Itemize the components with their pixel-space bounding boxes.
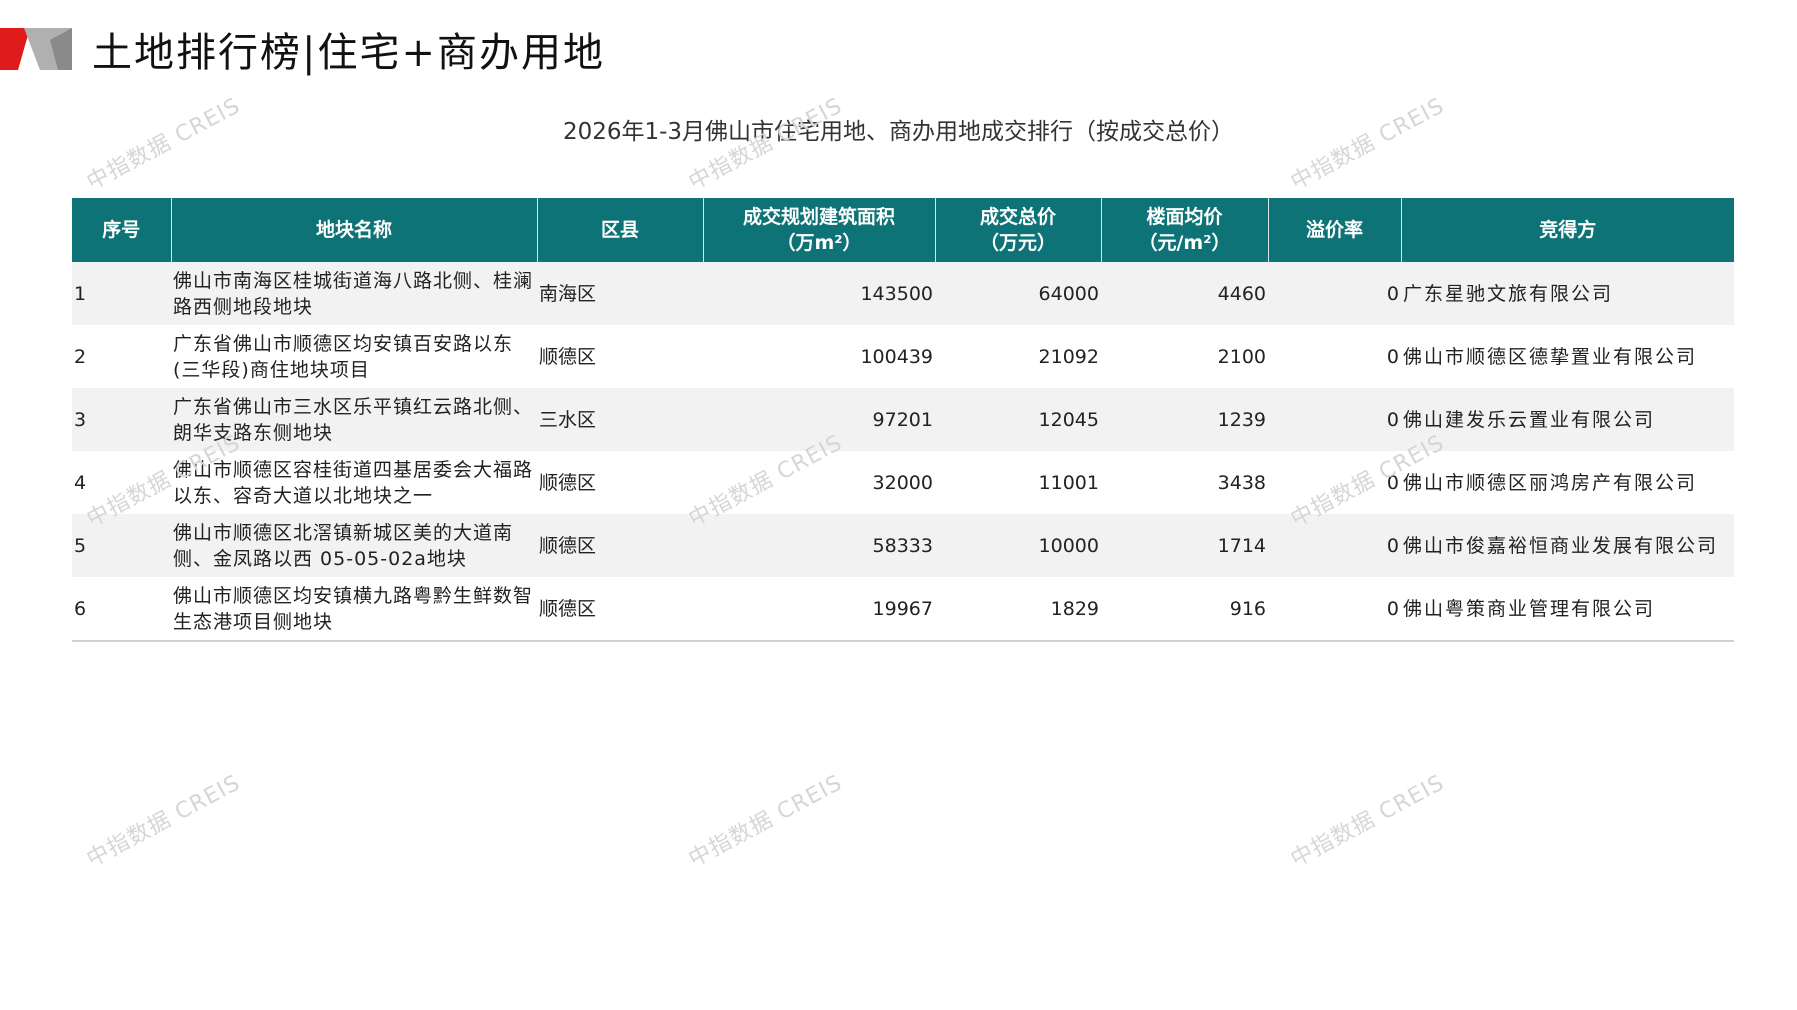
cell-buyer: 广东星驰文旅有限公司 [1401, 262, 1734, 325]
cell-total: 21092 [1038, 345, 1099, 368]
cell-premium: 0 [1268, 577, 1401, 642]
table-row: 1 佛山市南海区桂城街道海八路北侧、桂澜路西侧地段地块 南海区 143500 6… [72, 262, 1734, 325]
cell-name: 佛山市顺德区北滘镇新城区美的大道南侧、金凤路以西 05-05-02a地块 [171, 514, 537, 577]
watermark: 中指数据 CREIS [1286, 770, 1449, 873]
cell-name: 佛山市顺德区均安镇横九路粤黔生鲜数智生态港项目侧地块 [171, 577, 537, 642]
header-unit-unit: （元/m²） [1138, 232, 1231, 254]
cell-area: 19967 [703, 577, 935, 642]
cell-total: 12045 [935, 388, 1101, 451]
cell-premium: 0 [1386, 471, 1399, 494]
table-row: 4 佛山市顺德区容桂街道四基居委会大福路以东、容奇大道以北地块之一 顺德区 32… [72, 451, 1734, 514]
cell-district: 顺德区 [537, 577, 703, 642]
table-row: 3 广东省佛山市三水区乐平镇红云路北侧、朗华支路东侧地块 三水区 97201 1… [72, 388, 1734, 451]
header-area-label: 成交规划建筑面积 [742, 206, 895, 228]
header-total: 成交总价 （万元） [934, 198, 1101, 262]
table-row: 2 广东省佛山市顺德区均安镇百安路以东(三华段)商住地块项目 顺德区 10043… [72, 325, 1734, 388]
cell-unit-price: 1239 [1101, 388, 1268, 451]
land-ranking-table: 序号 地块名称 区县 成交规划建筑面积 （万m²） 成交总价 （万元） 楼面均价 （元… [72, 198, 1734, 642]
header-name: 地块名称 [170, 198, 537, 262]
cell-buyer: 佛山市顺德区德挚置业有限公司 [1403, 345, 1698, 368]
header-area-unit: （万m²） [776, 232, 862, 254]
cell-unit-price: 916 [1101, 577, 1268, 642]
cell-buyer: 佛山建发乐云置业有限公司 [1401, 388, 1734, 451]
cell-unit-price: 3438 [1217, 471, 1266, 494]
page-title: 土地排行榜|住宅+商办用地 [92, 30, 605, 76]
cell-premium: 0 [1268, 514, 1401, 577]
watermark: 中指数据 CREIS [684, 770, 847, 873]
table-subtitle: 2026年1-3月佛山市住宅用地、商办用地成交排行（按成交总价） [562, 119, 1235, 145]
header-buyer: 竞得方 [1400, 198, 1734, 262]
cell-total: 11001 [1038, 471, 1099, 494]
header-total-label: 成交总价 [979, 206, 1056, 228]
cell-unit-price: 1714 [1101, 514, 1268, 577]
cell-buyer: 佛山粤策商业管理有限公司 [1401, 577, 1734, 642]
cell-district: 顺德区 [537, 514, 703, 577]
cell-district: 三水区 [537, 388, 703, 451]
header-rank: 序号 [72, 198, 171, 262]
cell-rank: 6 [72, 577, 171, 642]
cell-name: 佛山市南海区桂城街道海八路北侧、桂澜路西侧地段地块 [171, 262, 537, 325]
table-row: 6 佛山市顺德区均安镇横九路粤黔生鲜数智生态港项目侧地块 顺德区 19967 1… [72, 577, 1734, 642]
cell-total: 10000 [935, 514, 1101, 577]
cell-unit-price: 2100 [1217, 345, 1266, 368]
cell-unit-price: 4460 [1101, 262, 1268, 325]
table-header-row: 序号 地块名称 区县 成交规划建筑面积 （万m²） 成交总价 （万元） 楼面均价 （元… [72, 198, 1734, 262]
cell-area: 97201 [703, 388, 935, 451]
cell-total: 1829 [935, 577, 1101, 642]
header-unit-label: 楼面均价 [1146, 206, 1223, 228]
watermark: 中指数据 CREIS [82, 770, 245, 873]
header-area: 成交规划建筑面积 （万m²） [702, 198, 935, 262]
header-premium: 溢价率 [1267, 198, 1401, 262]
table-row: 5 佛山市顺德区北滘镇新城区美的大道南侧、金凤路以西 05-05-02a地块 顺… [72, 514, 1734, 577]
cell-premium: 0 [1268, 388, 1401, 451]
cell-name: 佛山市顺德区容桂街道四基居委会大福路以东、容奇大道以北地块之一 [173, 458, 534, 507]
cell-rank: 4 [74, 471, 87, 494]
cell-district: 南海区 [537, 262, 703, 325]
cell-rank: 5 [72, 514, 171, 577]
cell-rank: 1 [72, 262, 171, 325]
report-logo [0, 28, 72, 70]
cell-area: 58333 [703, 514, 935, 577]
cell-buyer: 佛山市顺德区丽鸿房产有限公司 [1403, 471, 1698, 494]
cell-area: 100439 [860, 345, 933, 368]
header-total-unit: （万元） [979, 232, 1056, 254]
cell-area: 143500 [703, 262, 935, 325]
header-unit-price: 楼面均价 （元/m²） [1100, 198, 1268, 262]
cell-name: 广东省佛山市三水区乐平镇红云路北侧、朗华支路东侧地块 [171, 388, 537, 451]
cell-district: 顺德区 [539, 471, 597, 494]
header-district: 区县 [536, 198, 703, 262]
cell-area: 32000 [872, 471, 933, 494]
cell-premium: 0 [1268, 262, 1401, 325]
cell-name: 广东省佛山市顺德区均安镇百安路以东(三华段)商住地块项目 [173, 332, 514, 381]
cell-district: 顺德区 [539, 345, 597, 368]
cell-rank: 2 [74, 345, 87, 368]
cell-rank: 3 [72, 388, 171, 451]
cell-buyer: 佛山市俊嘉裕恒商业发展有限公司 [1401, 514, 1734, 577]
cell-total: 64000 [935, 262, 1101, 325]
cell-premium: 0 [1386, 345, 1399, 368]
